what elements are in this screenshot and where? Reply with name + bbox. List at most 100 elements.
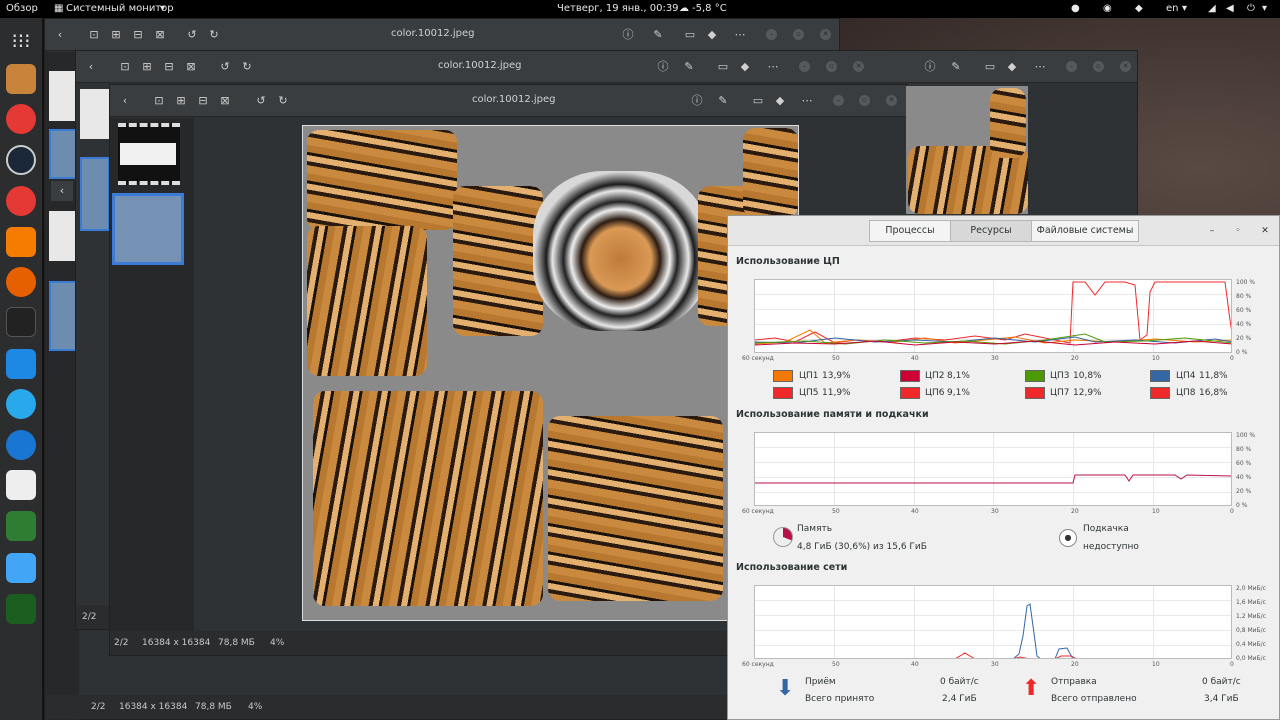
cpu5-color-swatch[interactable]: [773, 387, 793, 399]
cpu1-color-swatch[interactable]: [773, 370, 793, 382]
info-icon[interactable]: ⓘ: [688, 92, 706, 110]
terminal-icon[interactable]: [6, 307, 36, 337]
maximize-button[interactable]: ▫: [859, 95, 870, 106]
fit-height-button[interactable]: ⊟: [129, 26, 147, 44]
fit-height-button[interactable]: ⊟: [160, 58, 178, 76]
comment-icon[interactable]: ▭: [749, 92, 767, 110]
clock[interactable]: Четверг, 19 янв., 00:39: [557, 3, 679, 14]
finder-icon[interactable]: [6, 349, 36, 379]
minimize-button[interactable]: –: [1066, 61, 1077, 72]
back-button[interactable]: ‹: [51, 181, 73, 201]
minimize-button[interactable]: –: [799, 61, 810, 72]
fit-height-button[interactable]: ⊟: [194, 92, 212, 110]
archive-manager-icon[interactable]: [6, 64, 36, 94]
maximize-button[interactable]: ▫: [1093, 61, 1104, 72]
more-icon[interactable]: ⋯: [1031, 58, 1049, 76]
power-icon[interactable]: ⏻: [1247, 3, 1255, 14]
fit-button[interactable]: ⊡: [116, 58, 134, 76]
fit-button[interactable]: ⊡: [150, 92, 168, 110]
system-monitor-icon[interactable]: [6, 594, 36, 624]
zoom-button[interactable]: ⊠: [216, 92, 234, 110]
rotate-right-button[interactable]: ↻: [205, 26, 223, 44]
info-icon[interactable]: ⓘ: [619, 26, 637, 44]
thumbnail-1[interactable]: [80, 89, 110, 139]
memory-pie-icon[interactable]: [773, 527, 793, 547]
tab-resources[interactable]: Ресурсы: [950, 220, 1032, 242]
rotate-left-button[interactable]: ↺: [216, 58, 234, 76]
comment-icon[interactable]: ▭: [681, 26, 699, 44]
close-button[interactable]: ✕: [1259, 225, 1271, 237]
edit-icon[interactable]: ✎: [649, 26, 667, 44]
steam-tray-icon[interactable]: ●: [1071, 3, 1080, 14]
image-viewer-icon[interactable]: [6, 553, 36, 583]
maximize-button[interactable]: ▫: [826, 61, 837, 72]
thumbnail-2[interactable]: [49, 281, 77, 351]
thumbnail-1[interactable]: [49, 71, 77, 121]
browser-tray-icon[interactable]: ◉: [1103, 3, 1112, 14]
telegram-icon[interactable]: [6, 389, 36, 419]
weather-temp[interactable]: -5,8 °C: [692, 3, 727, 14]
gimp-icon[interactable]: [6, 470, 36, 500]
cpu4-color-swatch[interactable]: [1150, 370, 1170, 382]
rotate-left-button[interactable]: ↺: [252, 92, 270, 110]
upload-app-icon[interactable]: [6, 104, 36, 134]
zoom-button[interactable]: ⊠: [182, 58, 200, 76]
rss-icon[interactable]: [6, 227, 36, 257]
network-icon[interactable]: ◢: [1208, 3, 1216, 14]
firefox-icon[interactable]: [6, 267, 36, 297]
volume-icon[interactable]: ◀: [1226, 3, 1234, 14]
edit-icon[interactable]: ✎: [947, 58, 965, 76]
fit-width-button[interactable]: ⊞: [107, 26, 125, 44]
more-icon[interactable]: ⋯: [764, 58, 782, 76]
back-button[interactable]: ‹: [82, 58, 100, 76]
cpu6-color-swatch[interactable]: [900, 387, 920, 399]
music-player-icon[interactable]: [6, 186, 36, 216]
back-button[interactable]: ‹: [116, 92, 134, 110]
activities-button[interactable]: Обзор: [6, 3, 38, 14]
updates-tray-icon[interactable]: ◆: [1135, 3, 1143, 14]
fit-width-button[interactable]: ⊞: [172, 92, 190, 110]
download-arrow-icon[interactable]: ⬇: [776, 678, 794, 700]
more-icon[interactable]: ⋯: [798, 92, 816, 110]
cpu2-color-swatch[interactable]: [900, 370, 920, 382]
fit-button[interactable]: ⊡: [85, 26, 103, 44]
tag-icon[interactable]: ◆: [771, 92, 789, 110]
cpu8-color-swatch[interactable]: [1150, 387, 1170, 399]
maximize-button[interactable]: ▫: [793, 29, 804, 40]
keyboard-layout[interactable]: en: [1166, 3, 1179, 14]
tab-processes[interactable]: Процессы: [869, 220, 951, 242]
upload-arrow-icon[interactable]: ⬆: [1022, 678, 1040, 700]
tools-icon[interactable]: [6, 511, 36, 541]
zoom-button[interactable]: ⊠: [151, 26, 169, 44]
close-button[interactable]: ✕: [853, 61, 864, 72]
tag-icon[interactable]: ◆: [703, 26, 721, 44]
tag-icon[interactable]: ◆: [1003, 58, 1021, 76]
back-button[interactable]: ‹: [51, 26, 69, 44]
maximize-button[interactable]: ◦: [1232, 225, 1244, 237]
rotate-left-button[interactable]: ↺: [183, 26, 201, 44]
app-menu[interactable]: Системный монитор: [66, 3, 174, 14]
edit-icon[interactable]: ✎: [714, 92, 732, 110]
thumbnail-2[interactable]: [80, 157, 110, 231]
chat-app-icon[interactable]: [6, 430, 36, 460]
minimize-button[interactable]: –: [1206, 225, 1218, 237]
rotate-right-button[interactable]: ↻: [274, 92, 292, 110]
close-button[interactable]: ✕: [820, 29, 831, 40]
cpu3-color-swatch[interactable]: [1025, 370, 1045, 382]
edit-icon[interactable]: ✎: [680, 58, 698, 76]
comment-icon[interactable]: ▭: [714, 58, 732, 76]
image-canvas[interactable]: [302, 125, 799, 621]
tab-filesystems[interactable]: Файловые системы: [1031, 220, 1139, 242]
minimize-button[interactable]: –: [833, 95, 844, 106]
tag-icon[interactable]: ◆: [736, 58, 754, 76]
more-icon[interactable]: ⋯: [731, 26, 749, 44]
swap-pie-icon[interactable]: ●: [1059, 529, 1077, 547]
info-icon[interactable]: ⓘ: [921, 58, 939, 76]
cpu7-color-swatch[interactable]: [1025, 387, 1045, 399]
steam-icon[interactable]: [6, 145, 36, 175]
thumbnail-1[interactable]: [118, 123, 180, 185]
comment-icon[interactable]: ▭: [981, 58, 999, 76]
fit-width-button[interactable]: ⊞: [138, 58, 156, 76]
rotate-right-button[interactable]: ↻: [238, 58, 256, 76]
thumbnail-1[interactable]: [49, 211, 77, 261]
